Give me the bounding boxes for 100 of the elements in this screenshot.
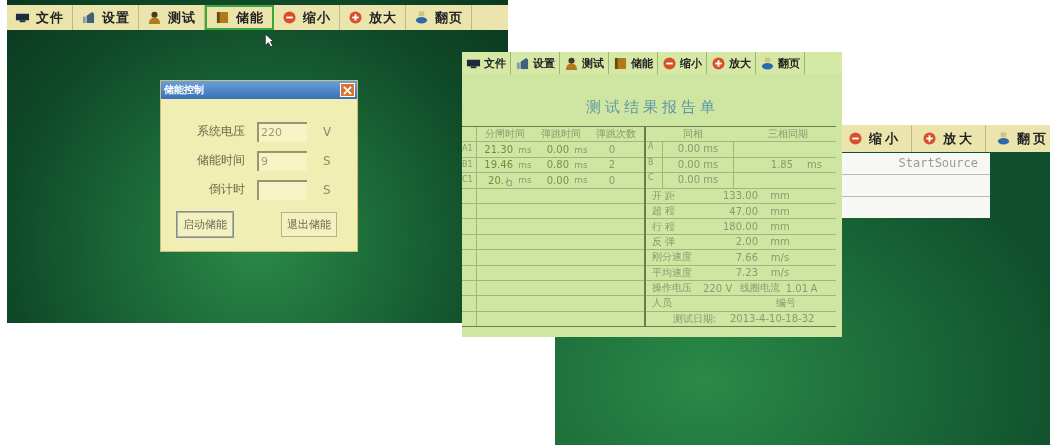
toolbar-button[interactable]: 储能	[205, 5, 274, 30]
table-cell-text: ms	[517, 159, 533, 170]
table-cell-text: ms	[573, 159, 589, 170]
unit-label: S	[323, 182, 331, 197]
toolbar-button[interactable]: 翻页	[406, 5, 472, 30]
toolbar-button[interactable]: 翻页	[756, 52, 805, 74]
table-cell-text: 超 程	[651, 204, 677, 219]
person-icon	[147, 11, 162, 24]
column-header: 弹跳次数	[595, 127, 638, 142]
table-cell-text: 操作电压	[651, 281, 693, 296]
input-field[interactable]	[257, 179, 307, 200]
table-cell: 0.00 ms	[663, 142, 734, 157]
table-cell: B1	[462, 157, 477, 173]
table-cell: C1	[462, 173, 477, 188]
toolbar-button[interactable]: 翻页	[986, 125, 1050, 152]
table-cell-text: mm	[769, 205, 791, 217]
tools-icon	[515, 56, 530, 70]
table-cell-text: 1.01	[784, 282, 808, 294]
table-cell-text: 平均速度	[651, 265, 693, 280]
table-cell-text: mm	[769, 221, 791, 233]
field-label: 储能时间	[196, 152, 245, 169]
toolbar-button[interactable]: 放大	[912, 125, 986, 152]
table-cell-text: 0	[607, 144, 617, 156]
table-cell: 0.00 ms	[663, 173, 734, 188]
toolbar-button[interactable]: 设置	[511, 52, 560, 74]
table-cell-text: 133.00	[722, 190, 758, 202]
table-cell-text: 2.00	[734, 236, 758, 248]
table-cell-text: 测试日期:	[671, 311, 717, 326]
monitor-icon	[15, 11, 30, 24]
dialog-title: 储能控制	[164, 83, 204, 97]
table-cell-text: 0.80	[545, 159, 569, 171]
page-icon	[414, 11, 429, 24]
column-header: 同相	[682, 127, 704, 142]
table-cell-text: 47.00	[728, 205, 758, 217]
column-header: 弹跳时间	[539, 127, 582, 142]
table-cell-text: 反 弹	[651, 234, 677, 249]
table-cell: A1	[462, 142, 477, 157]
field-label: 系统电压	[196, 123, 245, 140]
page-icon	[760, 56, 775, 70]
table-cell-text: 21.30	[483, 144, 513, 156]
person-icon	[564, 56, 579, 70]
table-cell-text: ms	[517, 175, 533, 186]
toolbar-button[interactable]: 设置	[73, 5, 139, 30]
book-icon	[215, 11, 230, 24]
unit-label: S	[323, 153, 331, 168]
table-cell-text: 开 距	[651, 188, 677, 203]
toolbar-button[interactable]: 缩小	[274, 5, 340, 30]
table-cell: 1.85	[770, 159, 794, 171]
table-cell: ms	[807, 159, 822, 171]
minus-icon	[662, 56, 677, 70]
table-cell: B	[646, 157, 663, 173]
column-header: 分闸时间	[483, 127, 526, 142]
toolbar-button[interactable]: 放大	[707, 52, 756, 74]
table-cell-text: 7.23	[734, 267, 758, 279]
close-button[interactable]	[340, 83, 355, 97]
table-cell: 0.00 ms	[663, 157, 734, 173]
table-cell-text: mm	[769, 190, 791, 202]
unit-label: V	[323, 124, 332, 139]
table-cell-text: 刚分速度	[651, 250, 693, 265]
table-cell-text: m/s	[769, 251, 791, 263]
toolbar-button[interactable]: 文件	[462, 52, 511, 74]
close-icon	[343, 85, 352, 95]
cursor-icon	[505, 175, 513, 187]
toolbar-button[interactable]: 测试	[560, 52, 609, 74]
column-header: 三相同期	[767, 127, 809, 142]
dialog-button[interactable]: 启动储能	[177, 212, 233, 237]
table-cell-text: ms	[517, 144, 533, 155]
page-icon	[996, 132, 1011, 145]
report-title: 测试结果报告单	[584, 98, 720, 117]
tools-icon	[81, 11, 96, 24]
table-cell-text: 180.00	[722, 221, 758, 233]
table-cell-text: 人员	[651, 296, 673, 311]
table-cell-text: 220	[701, 282, 722, 294]
toolbar-button[interactable]: 文件	[7, 5, 73, 30]
table-cell-text: ms	[573, 144, 589, 155]
table-cell-text: ms	[573, 175, 589, 186]
table-cell-text: A	[809, 282, 819, 294]
table-cell-text: 0.00	[545, 144, 569, 156]
minus-icon	[282, 11, 297, 24]
minus-icon	[848, 132, 863, 145]
plus-icon	[711, 56, 726, 70]
book-icon	[613, 56, 628, 70]
field-label: 倒计时	[208, 181, 245, 198]
toolbar-button[interactable]: 缩小	[658, 52, 707, 74]
table-cell-text: 7.66	[734, 251, 758, 263]
table-cell-text: 2	[607, 159, 617, 171]
plus-icon	[922, 132, 937, 145]
table-cell: 2013-4-10-18-32	[730, 313, 815, 325]
plus-icon	[348, 11, 363, 24]
dialog-button[interactable]: 退出储能	[281, 212, 337, 237]
table-cell-text: 0.00	[545, 174, 569, 186]
toolbar-button[interactable]: 测试	[139, 5, 205, 30]
table-cell: 20.	[477, 174, 513, 186]
table-cell-text: m/s	[769, 267, 791, 279]
table-cell: 编号	[776, 296, 796, 311]
table-cell-text: 线圈电流	[740, 281, 781, 296]
toolbar-button[interactable]: 储能	[609, 52, 658, 74]
toolbar-button[interactable]: 放大	[340, 5, 406, 30]
table-cell-text: 19.46	[483, 159, 513, 171]
table-cell: A	[646, 142, 663, 157]
